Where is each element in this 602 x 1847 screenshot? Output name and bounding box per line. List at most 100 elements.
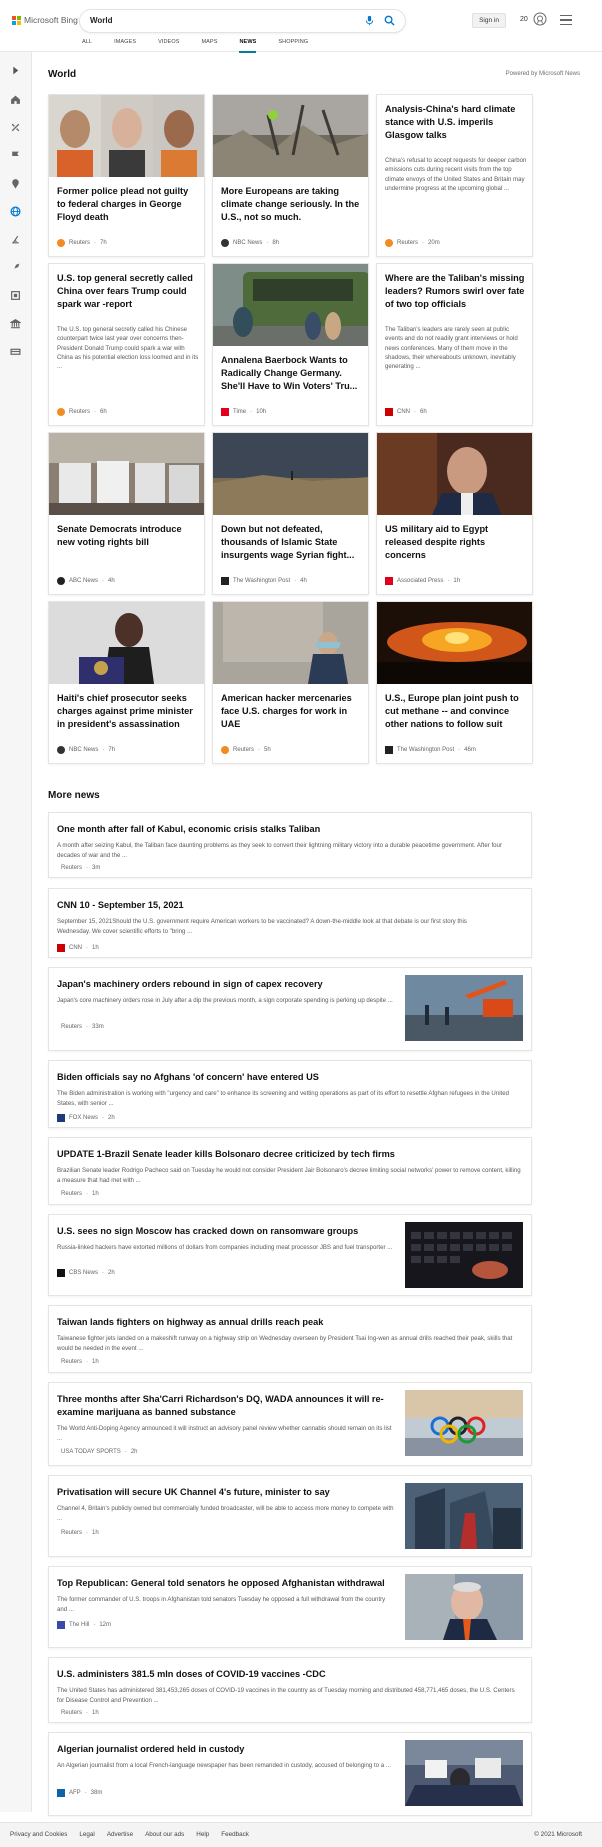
bing-logo[interactable]: Microsoft Bing [12,15,78,25]
news-card[interactable]: Down but not defeated, thousands of Isla… [212,432,369,595]
tab-shopping[interactable]: SHOPPING [278,39,308,53]
politics-icon[interactable] [10,318,21,329]
tab-all[interactable]: ALL [82,39,92,53]
search-input[interactable]: World [90,16,113,25]
row-title[interactable]: Algerian journalist ordered held in cust… [57,1743,244,1756]
entertainment-icon[interactable] [10,290,21,301]
money-icon[interactable] [10,346,21,357]
news-row[interactable]: Three months after Sha'Carri Richardson'… [48,1382,532,1466]
afp-icon [57,1789,65,1797]
tab-images[interactable]: IMAGES [114,39,136,53]
news-card[interactable]: Analysis-China's hard climate stance wit… [376,94,533,257]
microphone-icon[interactable] [364,15,375,26]
headlines-icon[interactable] [10,122,21,133]
news-row[interactable]: Algerian journalist ordered held in cust… [48,1732,532,1816]
card-title[interactable]: Analysis-China's hard climate stance wit… [385,103,527,142]
card-title[interactable]: Down but not defeated, thousands of Isla… [221,523,363,562]
card-image [49,433,204,515]
news-card[interactable]: Senate Democrats introduce new voting ri… [48,432,205,595]
row-source: CBS News · 2h [57,1269,115,1277]
search-icon[interactable] [384,15,395,26]
science-icon[interactable] [10,234,21,245]
footer-link-privacy[interactable]: Privacy and Cookies [10,1831,67,1838]
card-title[interactable]: American hacker mercenaries face U.S. ch… [221,692,363,731]
row-title[interactable]: U.S. sees no sign Moscow has cracked dow… [57,1225,358,1238]
row-title[interactable]: One month after fall of Kabul, economic … [57,823,320,836]
search-box[interactable]: World [80,10,405,32]
location-icon[interactable] [10,178,21,189]
news-row[interactable]: UPDATE 1-Brazil Senate leader kills Bols… [48,1137,532,1205]
card-title[interactable]: Senate Democrats introduce new voting ri… [57,523,199,549]
news-card[interactable]: Where are the Taliban's missing leaders?… [376,263,533,426]
menu-icon[interactable] [560,15,572,25]
news-row[interactable]: U.S. administers 381.5 mln doses of COVI… [48,1657,532,1723]
row-title[interactable]: U.S. administers 381.5 mln doses of COVI… [57,1668,326,1681]
card-title[interactable]: US military aid to Egypt released despit… [385,523,527,562]
cbs-icon [57,1269,65,1277]
row-title[interactable]: Biden officials say no Afghans 'of conce… [57,1071,319,1084]
row-title[interactable]: Taiwan lands fighters on highway as annu… [57,1316,323,1329]
rewards-medal-icon[interactable] [533,12,547,26]
tab-maps[interactable]: MAPS [201,39,217,53]
row-title[interactable]: Privatisation will secure UK Channel 4's… [57,1486,330,1499]
footer-link-feedback[interactable]: Feedback [221,1831,249,1838]
thehill-icon [57,1621,65,1629]
news-row[interactable]: Biden officials say no Afghans 'of conce… [48,1060,532,1128]
news-card[interactable]: U.S. top general secretly called China o… [48,263,205,426]
news-card[interactable]: Former police plead not guilty to federa… [48,94,205,257]
row-snippet: Russia-linked hackers have extorted mill… [57,1244,393,1251]
card-image [213,433,368,515]
tab-news[interactable]: NEWS [239,39,257,53]
news-card[interactable]: Annalena Baerbock Wants to Radically Cha… [212,263,369,426]
row-source: Reuters · 33m [61,1024,104,1030]
card-title[interactable]: U.S. top general secretly called China o… [57,272,199,311]
news-card[interactable]: US military aid to Egypt released despit… [376,432,533,595]
row-title[interactable]: UPDATE 1-Brazil Senate leader kills Bols… [57,1148,395,1161]
news-row[interactable]: Top Republican: General told senators he… [48,1566,532,1648]
news-row[interactable]: One month after fall of Kabul, economic … [48,812,532,878]
card-image [49,602,204,684]
news-row[interactable]: Japan's machinery orders rebound in sign… [48,967,532,1051]
fox-icon [57,1114,65,1122]
card-title[interactable]: Where are the Taliban's missing leaders?… [385,272,527,311]
news-card[interactable]: Haiti's chief prosecutor seeks charges a… [48,601,205,764]
home-icon[interactable] [10,94,21,105]
footer-link-about-ads[interactable]: About our ads [145,1831,184,1838]
footer-link-advertise[interactable]: Advertise [107,1831,133,1838]
rewards-points[interactable]: 20 [520,16,528,23]
news-row[interactable]: U.S. sees no sign Moscow has cracked dow… [48,1214,532,1296]
card-image [377,433,532,515]
row-title[interactable]: CNN 10 - September 15, 2021 [57,899,184,912]
news-card[interactable]: More Europeans are taking climate change… [212,94,369,257]
reuters-icon [57,408,65,416]
card-source: CNN · 6h [385,408,427,416]
news-row[interactable]: Privatisation will secure UK Channel 4's… [48,1475,532,1557]
row-snippet: September 15, 2021Should the U.S. govern… [57,918,467,935]
card-title[interactable]: Annalena Baerbock Wants to Radically Cha… [221,354,363,393]
row-title[interactable]: Japan's machinery orders rebound in sign… [57,978,323,991]
news-row[interactable]: Taiwan lands fighters on highway as annu… [48,1305,532,1373]
news-row[interactable]: CNN 10 - September 15, 2021 September 15… [48,888,532,958]
news-card[interactable]: U.S., Europe plan joint push to cut meth… [376,601,533,764]
card-title[interactable]: Former police plead not guilty to federa… [57,185,199,224]
news-card[interactable]: American hacker mercenaries face U.S. ch… [212,601,369,764]
card-title[interactable]: U.S., Europe plan joint push to cut meth… [385,692,527,731]
row-source: AFP · 38m [57,1789,102,1797]
sign-in-button[interactable]: Sign in [472,13,506,28]
flag-icon[interactable] [10,150,21,161]
row-title[interactable]: Three months after Sha'Carri Richardson'… [57,1393,397,1419]
powered-by-label[interactable]: Powered by Microsoft News [506,71,580,77]
footer-link-help[interactable]: Help [196,1831,209,1838]
tab-videos[interactable]: VIDEOS [158,39,179,53]
technology-icon[interactable] [10,262,21,273]
expand-icon[interactable] [10,65,21,76]
footer-link-legal[interactable]: Legal [79,1831,94,1838]
card-title[interactable]: More Europeans are taking climate change… [221,185,363,224]
card-title[interactable]: Haiti's chief prosecutor seeks charges a… [57,692,199,731]
copyright: © 2021 Microsoft [534,1831,582,1838]
card-source: Associated Press · 1h [385,577,460,585]
row-source: CNN · 1h [57,944,99,952]
row-title[interactable]: Top Republican: General told senators he… [57,1577,385,1590]
globe-icon[interactable] [10,206,21,217]
card-source: Time · 10h [221,408,266,416]
